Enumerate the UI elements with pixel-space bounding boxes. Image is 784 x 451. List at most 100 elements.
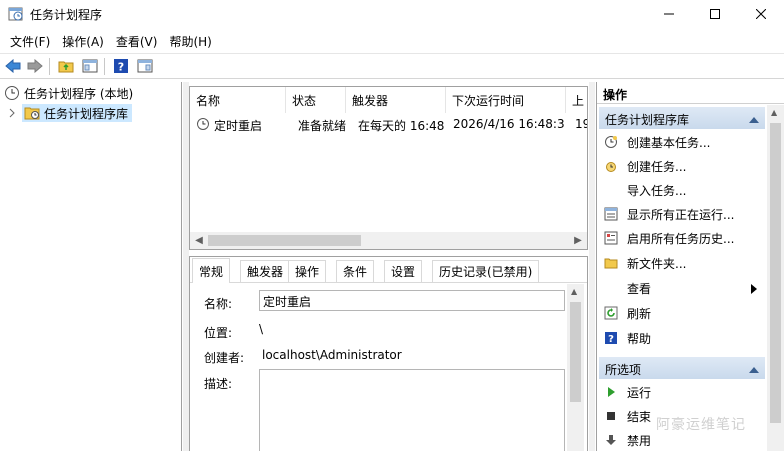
tab-history[interactable]: 历史记录(已禁用) (432, 260, 540, 282)
action-display-running[interactable]: 显示所有正在运行... (601, 203, 761, 225)
scroll-thumb[interactable] (570, 302, 581, 402)
action-label: 显示所有正在运行... (627, 207, 735, 222)
vertical-scrollbar[interactable]: ▲ (567, 284, 584, 451)
section-selected-item[interactable]: 所选项 (599, 357, 765, 379)
task-next-run: 2026/4/16 16:48:36 (453, 117, 565, 131)
submenu-arrow-icon (751, 283, 757, 297)
up-folder-icon[interactable] (57, 57, 75, 75)
tab-settings[interactable]: 设置 (384, 260, 423, 282)
actions-header: 操作 (597, 82, 784, 104)
view-icon (603, 280, 619, 296)
section-library[interactable]: 任务计划程序库 (599, 107, 765, 129)
scroll-right-icon[interactable]: ▶ (571, 233, 585, 247)
stop-icon (603, 408, 619, 424)
location-value: \ (259, 322, 264, 336)
collapse-up-icon[interactable] (749, 113, 759, 127)
tree-root-label: 任务计划程序 (本地) (24, 86, 134, 101)
console-tree: 任务计划程序 (本地) 任务计划程序库 (0, 82, 182, 451)
run-icon (603, 384, 619, 400)
import-icon (603, 182, 619, 198)
tab-conditions[interactable]: 条件 (336, 260, 375, 282)
toolbar: ? (0, 53, 784, 79)
action-label: 启用所有任务历史... (627, 231, 735, 246)
task-clock-icon (196, 117, 212, 133)
table-row[interactable]: 定时重启 准备就绪 在每天的 16:48 2026/4/16 16:48:36 … (190, 115, 587, 135)
task-last-run: 19 (575, 117, 587, 131)
refresh-icon (603, 305, 619, 321)
author-value: localhost\Administrator (262, 348, 402, 362)
svg-text:?: ? (608, 334, 614, 345)
task-detail-panel: 常规 触发器 操作 条件 设置 历史记录(已禁用) 名称: 定时重启 位置: \… (189, 256, 588, 451)
action-help[interactable]: ? 帮助 (601, 327, 761, 349)
task-name: 定时重启 (214, 119, 263, 133)
scroll-up-icon[interactable]: ▲ (771, 108, 777, 117)
description-label: 描述: (204, 377, 233, 391)
maximize-button[interactable] (692, 0, 738, 28)
actions-scrollbar[interactable]: ▲ (767, 105, 784, 451)
action-create-basic-task[interactable]: 创建基本任务... (601, 131, 761, 153)
show-action-pane-icon[interactable] (136, 57, 154, 75)
menu-view[interactable]: 查看(V) (110, 30, 164, 50)
column-header-status[interactable]: 状态 (286, 87, 346, 113)
scroll-thumb[interactable] (208, 235, 361, 246)
column-header-name[interactable]: 名称 (190, 87, 286, 113)
name-label: 名称: (204, 297, 233, 311)
action-label: 导入任务... (627, 183, 687, 198)
scroll-thumb[interactable] (770, 123, 781, 423)
action-create-task[interactable]: 创建任务... (601, 155, 761, 177)
window-title: 任务计划程序 (30, 8, 103, 22)
scroll-up-icon[interactable]: ▲ (571, 287, 577, 296)
task-status: 准备就绪 (298, 119, 346, 133)
column-header-next-run[interactable]: 下次运行时间 (446, 87, 566, 113)
show-hide-tree-icon[interactable] (81, 57, 99, 75)
action-view[interactable]: 查看 (601, 277, 761, 299)
create-basic-task-icon (603, 134, 619, 150)
forward-arrow-icon[interactable] (26, 57, 44, 75)
description-field[interactable] (259, 369, 565, 451)
menu-file[interactable]: 文件(F) (4, 30, 56, 50)
menu-help[interactable]: 帮助(H) (163, 30, 217, 50)
expand-chevron-icon[interactable] (8, 104, 22, 122)
location-label: 位置: (204, 326, 233, 340)
action-import-task[interactable]: 导入任务... (601, 179, 761, 201)
tree-root[interactable]: 任务计划程序 (本地) (4, 84, 174, 102)
horizontal-scrollbar[interactable]: ◀ ▶ (190, 232, 587, 249)
action-run[interactable]: 运行 (601, 381, 761, 403)
splitter-right[interactable] (589, 82, 595, 451)
tree-item-library[interactable]: 任务计划程序库 (22, 104, 132, 122)
tab-actions[interactable]: 操作 (288, 260, 327, 282)
action-label: 刷新 (627, 306, 652, 321)
action-label: 帮助 (627, 331, 652, 346)
section-library-label: 任务计划程序库 (605, 113, 690, 127)
task-scheduler-app-icon (8, 6, 24, 22)
history-icon (603, 230, 619, 246)
clock-icon (4, 85, 20, 101)
action-label: 禁用 (627, 433, 652, 448)
tab-triggers[interactable]: 触发器 (240, 260, 291, 282)
toolbar-separator (49, 58, 50, 75)
create-task-icon (603, 158, 619, 174)
name-field[interactable]: 定时重启 (259, 290, 565, 311)
action-refresh[interactable]: 刷新 (601, 302, 761, 324)
menu-action[interactable]: 操作(A) (56, 30, 110, 50)
toolbar-separator (104, 58, 105, 75)
folder-clock-icon (24, 105, 40, 121)
tab-general[interactable]: 常规 (192, 258, 231, 283)
minimize-button[interactable] (646, 0, 692, 28)
action-enable-history[interactable]: 启用所有任务历史... (601, 227, 761, 249)
svg-text:?: ? (118, 61, 124, 74)
collapse-up-icon[interactable] (749, 363, 759, 377)
close-button[interactable] (738, 0, 784, 28)
action-label: 创建基本任务... (627, 135, 711, 150)
column-header-trigger[interactable]: 触发器 (346, 87, 446, 113)
help-icon[interactable]: ? (112, 57, 130, 75)
action-label: 结束 (627, 409, 652, 424)
help-icon: ? (603, 330, 619, 346)
action-label: 查看 (627, 281, 652, 296)
action-label: 运行 (627, 385, 652, 400)
title-bar: 任务计划程序 (0, 0, 784, 28)
column-header-last-run[interactable]: 上 (566, 87, 587, 113)
back-arrow-icon[interactable] (4, 57, 22, 75)
scroll-left-icon[interactable]: ◀ (192, 233, 206, 247)
action-new-folder[interactable]: 新文件夹... (601, 252, 761, 274)
